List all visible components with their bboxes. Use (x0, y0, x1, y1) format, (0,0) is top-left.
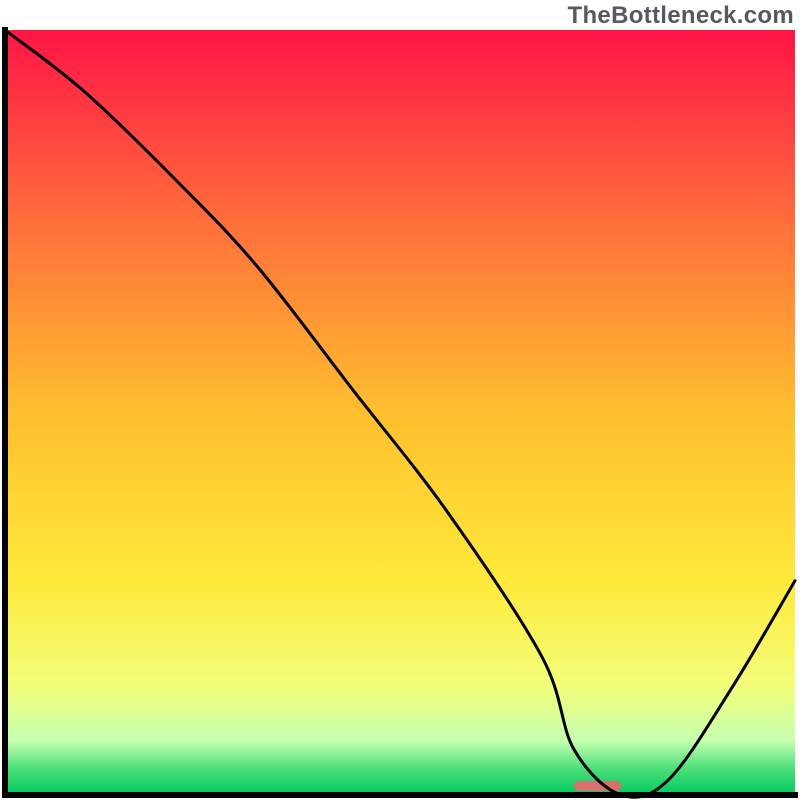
chart-container: TheBottleneck.com (0, 0, 800, 800)
chart-background (5, 30, 795, 795)
baseline-marker (574, 781, 621, 791)
chart-svg (0, 0, 800, 800)
